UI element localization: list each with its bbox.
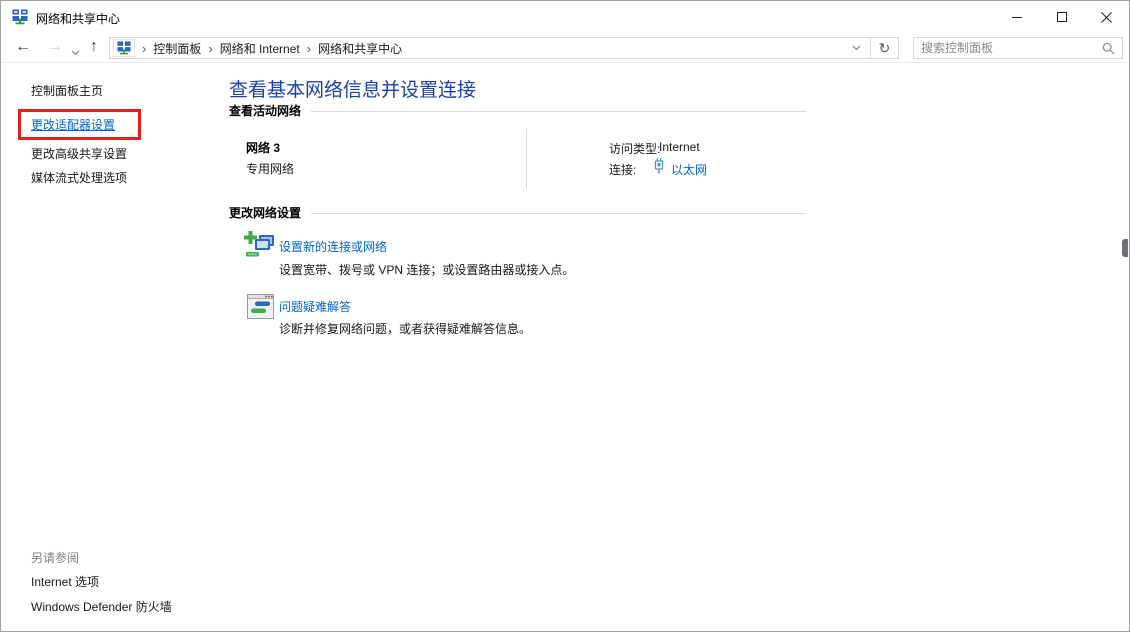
breadcrumb-separator: › <box>201 41 219 56</box>
troubleshoot-icon <box>247 294 274 319</box>
sidebar-item-internet-options[interactable]: Internet 选项 <box>31 573 99 590</box>
task-setup-new-connection[interactable]: 设置新的连接或网络 <box>279 238 387 255</box>
task-troubleshoot-problems[interactable]: 问题疑难解答 <box>279 298 351 315</box>
address-bar[interactable]: › 控制面板 › 网络和 Internet › 网络和共享中心 <box>109 37 871 59</box>
change-network-settings-section-header: 更改网络设置 <box>229 204 806 221</box>
search-box <box>913 37 1123 59</box>
section-divider-line <box>311 213 806 214</box>
see-also-header: 另请参阅 <box>31 549 79 566</box>
breadcrumb-control-panel[interactable]: 控制面板 <box>153 40 201 57</box>
sidebar-item-change-advanced-sharing[interactable]: 更改高级共享设置 <box>31 145 127 162</box>
navigation-bar: ← → ↑ › 控制面板 › 网络和 Internet › 网络和共享 <box>1 33 1129 63</box>
history-chevron-down-icon[interactable] <box>71 45 80 59</box>
refresh-button[interactable]: ↻ <box>870 37 899 59</box>
task-troubleshoot-problems-description: 诊断并修复网络问题，或者获得疑难解答信息。 <box>279 320 531 337</box>
breadcrumb-separator: › <box>135 41 153 56</box>
breadcrumb-network-internet[interactable]: 网络和 Internet <box>220 40 300 57</box>
network-name: 网络 3 <box>246 139 280 156</box>
close-icon <box>1101 12 1112 23</box>
connection-label: 连接: <box>609 161 636 178</box>
window-title: 网络和共享中心 <box>36 10 120 27</box>
ethernet-link[interactable]: 以太网 <box>671 161 707 178</box>
breadcrumb-separator: › <box>300 41 318 56</box>
active-networks-section-header: 查看活动网络 <box>229 102 806 119</box>
breadcrumb-network-sharing-center[interactable]: 网络和共享中心 <box>318 40 402 57</box>
sidebar-item-windows-defender-firewall[interactable]: Windows Defender 防火墙 <box>31 598 172 615</box>
minimize-button[interactable] <box>994 2 1039 32</box>
breadcrumb-location-icon[interactable] <box>113 39 135 57</box>
setup-connection-icon <box>244 231 277 260</box>
page-title: 查看基本网络信息并设置连接 <box>229 75 476 102</box>
highlight-annotation-box: 更改适配器设置 <box>18 109 141 140</box>
minimize-icon <box>1012 17 1022 18</box>
access-type-label: 访问类型: <box>609 140 660 157</box>
network-app-icon <box>12 9 28 25</box>
sidebar-item-change-adapter-settings[interactable]: 更改适配器设置 <box>31 116 115 133</box>
network-sharing-center-window: 网络和共享中心 ← → ↑ <box>0 0 1130 632</box>
task-setup-new-connection-description: 设置宽带、拨号或 VPN 连接；或设置路由器或接入点。 <box>279 261 574 278</box>
maximize-button[interactable] <box>1039 2 1084 32</box>
search-input[interactable] <box>914 41 1102 55</box>
close-button[interactable] <box>1084 2 1129 32</box>
up-icon[interactable]: ↑ <box>90 39 98 55</box>
sidebar-item-media-streaming-options[interactable]: 媒体流式处理选项 <box>31 169 127 186</box>
titlebar: 网络和共享中心 <box>1 1 1129 33</box>
active-networks-title: 查看活动网络 <box>229 102 301 119</box>
ethernet-icon <box>653 157 665 174</box>
change-network-settings-title: 更改网络设置 <box>229 204 301 221</box>
sidebar-item-control-panel-home[interactable]: 控制面板主页 <box>31 82 103 99</box>
address-chevron-down-icon[interactable] <box>852 45 870 51</box>
right-edge-artifact <box>1122 239 1128 257</box>
active-network-divider <box>526 129 527 189</box>
refresh-icon: ↻ <box>879 40 891 57</box>
maximize-icon <box>1057 12 1067 22</box>
forward-icon[interactable]: → <box>47 39 63 55</box>
search-icon[interactable] <box>1102 42 1115 55</box>
section-divider-line <box>311 111 806 112</box>
access-type-value: Internet <box>659 140 700 154</box>
network-profile: 专用网络 <box>246 160 294 177</box>
back-icon[interactable]: ← <box>15 39 31 55</box>
